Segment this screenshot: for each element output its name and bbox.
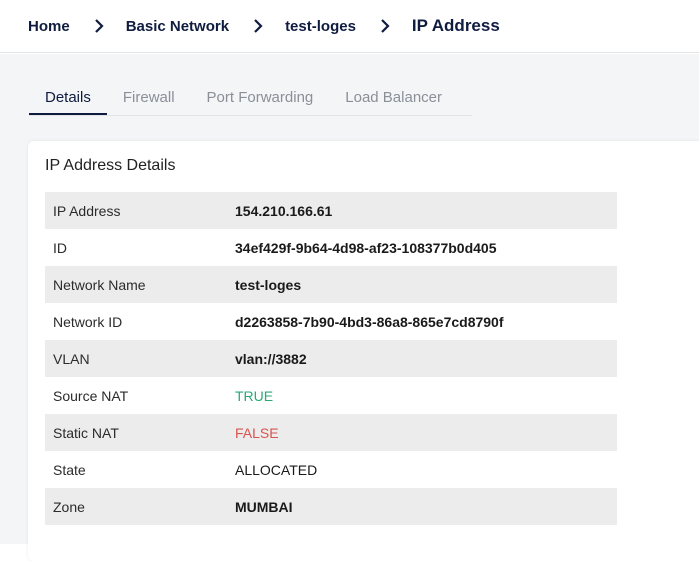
row-key: Zone (53, 498, 85, 515)
row-value: d2263858-7b90-4bd3-86a8-865e7cd8790f (235, 313, 504, 330)
breadcrumb-network-name[interactable]: test-loges (285, 18, 356, 35)
row-key: Network Name (53, 276, 146, 293)
chevron-right-icon (249, 17, 267, 35)
tab-bar: Details Firewall Port Forwarding Load Ba… (29, 81, 472, 116)
breadcrumb: Home Basic Network test-loges IP Address (0, 0, 699, 53)
row-key: Network ID (53, 313, 123, 330)
static-nat-status: FALSE (235, 424, 279, 441)
chevron-right-icon (376, 17, 394, 35)
row-value: 34ef429f-9b64-4d98-af23-108377b0d405 (235, 239, 497, 256)
details-table: IP Address 154.210.166.61 ID 34ef429f-9b… (45, 192, 617, 525)
table-row: Zone MUMBAI (45, 488, 617, 525)
chevron-right-icon (90, 17, 108, 35)
source-nat-status: TRUE (235, 387, 274, 404)
row-value: ALLOCATED (235, 461, 318, 478)
row-value: 154.210.166.61 (235, 202, 333, 219)
tab-port-forwarding[interactable]: Port Forwarding (191, 81, 330, 115)
details-card: IP Address Details IP Address 154.210.16… (28, 141, 699, 561)
main-content: Details Firewall Port Forwarding Load Ba… (0, 54, 699, 561)
tab-load-balancer[interactable]: Load Balancer (329, 81, 458, 115)
row-key: Source NAT (53, 387, 129, 404)
table-row: Static NAT FALSE (45, 414, 617, 451)
table-row: State ALLOCATED (45, 451, 617, 488)
breadcrumb-home[interactable]: Home (28, 18, 70, 35)
row-key: State (53, 461, 86, 478)
table-row: Network Name test-loges (45, 266, 617, 303)
row-key: IP Address (53, 202, 121, 219)
tab-details[interactable]: Details (29, 81, 107, 115)
row-key: ID (53, 239, 67, 256)
table-row: Network ID d2263858-7b90-4bd3-86a8-865e7… (45, 303, 617, 340)
row-key: VLAN (53, 350, 90, 367)
table-row: Source NAT TRUE (45, 377, 617, 414)
table-row: ID 34ef429f-9b64-4d98-af23-108377b0d405 (45, 229, 617, 266)
breadcrumb-current: IP Address (411, 16, 500, 35)
card-title: IP Address Details (45, 157, 176, 174)
table-row: IP Address 154.210.166.61 (45, 192, 617, 229)
row-value: MUMBAI (235, 498, 293, 515)
row-value: test-loges (235, 276, 302, 293)
tab-firewall[interactable]: Firewall (107, 81, 191, 115)
row-value: vlan://3882 (235, 350, 307, 367)
row-key: Static NAT (53, 424, 119, 441)
breadcrumb-basic-network[interactable]: Basic Network (126, 18, 229, 35)
table-row: VLAN vlan://3882 (45, 340, 617, 377)
